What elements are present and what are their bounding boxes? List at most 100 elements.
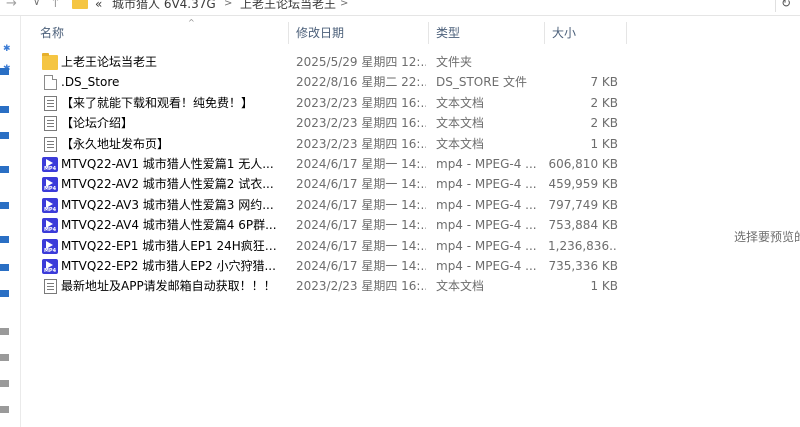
file-row[interactable]: 【来了就能下载和观看！纯免费！】 2023/2/23 星期四 16:... 文本… [32,93,632,113]
file-icon [44,75,57,91]
file-row[interactable]: MP4 MTVQ22-AV3 城市猎人性爱篇3 网约... 2024/6/17 … [32,195,632,215]
file-date: 2023/2/23 星期四 16:... [296,116,426,131]
mp4-badge-label: MP4 [43,165,57,172]
file-date: 2024/6/17 星期一 14:... [296,177,426,192]
breadcrumb-overflow[interactable]: « [95,0,102,13]
file-name: 【永久地址发布页】 [61,136,170,151]
file-name: 最新地址及APP请发邮箱自动获取！！！ [61,279,276,294]
column-header-row: ^ 名称 修改日期 类型 大小 [32,18,628,46]
breadcrumb-separator[interactable]: > [340,0,348,13]
nav-item-marker[interactable] [0,68,9,75]
folder-icon [42,53,58,70]
mp4-file-icon: MP4 [42,258,58,274]
file-type: mp4 - MPEG-4 ... [436,177,537,192]
mp4-badge-label: MP4 [43,227,57,234]
file-date: 2023/2/23 星期四 16:... [296,95,426,110]
file-name: MTVQ22-AV4 城市猎人性爱篇4 6P群... [61,218,277,233]
nav-item-marker[interactable] [0,264,9,271]
file-type: mp4 - MPEG-4 ... [436,218,537,233]
file-date: 2024/6/17 星期一 14:... [296,156,426,171]
file-size: 1,236,836... [548,238,618,253]
navigation-pane[interactable]: ✱ ✱ [0,16,21,427]
file-row[interactable]: 【论坛介绍】 2023/2/23 星期四 16:... 文本文档 2 KB [32,113,632,133]
file-type: 文本文档 [436,136,485,151]
file-date: 2024/6/17 星期一 14:... [296,197,426,212]
mp4-badge-label: MP4 [43,267,57,274]
file-row[interactable]: MP4 MTVQ22-AV2 城市猎人性爱篇2 试衣... 2024/6/17 … [32,174,632,194]
text-file-icon [44,95,57,111]
file-date: 2023/2/23 星期四 16:... [296,279,426,294]
folder-icon [72,0,88,9]
nav-item-marker[interactable] [0,106,9,113]
file-row[interactable]: 最新地址及APP请发邮箱自动获取！！！ 2023/2/23 星期四 16:...… [32,276,632,296]
file-type: 文本文档 [436,116,485,131]
mp4-badge-label: MP4 [43,247,57,254]
file-size: 735,336 KB [548,258,618,273]
pin-icon: ✱ [3,44,11,54]
file-date: 2022/8/16 星期二 22:... [296,75,426,90]
file-size: 797,749 KB [548,197,618,212]
address-bar: → ∨ ↑ « 城市猎人 6V4.37G > 上老王论坛当老王 > ↻ [0,0,800,16]
breadcrumb-item-current[interactable]: 上老王论坛当老王 [240,0,336,13]
file-date: 2024/6/17 星期一 14:... [296,258,426,273]
file-row[interactable]: MP4 MTVQ22-EP1 城市猎人EP1 24H疯狂约... 2024/6/… [32,236,632,256]
nav-item-marker[interactable] [0,166,9,173]
mp4-file-icon: MP4 [42,238,58,254]
file-row[interactable]: MP4 MTVQ22-AV1 城市猎人性爱篇1 无人... 2024/6/17 … [32,154,632,174]
file-name: MTVQ22-AV2 城市猎人性爱篇2 试衣... [61,177,274,192]
breadcrumb-item-parent[interactable]: 城市猎人 6V4.37G [112,0,216,13]
nav-item-marker[interactable] [0,328,9,335]
nav-item-marker[interactable] [0,354,9,361]
file-date: 2024/6/17 星期一 14:... [296,238,426,253]
file-size: 606,810 KB [548,156,618,171]
file-row[interactable]: MP4 MTVQ22-EP2 城市猎人EP2 小穴狩猎... 2024/6/17… [32,256,632,276]
mp4-file-icon: MP4 [42,218,58,234]
file-type: 文本文档 [436,95,485,110]
nav-item-marker[interactable] [0,406,9,413]
refresh-icon[interactable]: ↻ [775,0,796,12]
nav-item-marker[interactable] [0,380,9,387]
file-date: 2023/2/23 星期四 16:... [296,136,426,151]
file-name: MTVQ22-EP2 城市猎人EP2 小穴狩猎... [61,258,276,273]
file-type: 文本文档 [436,279,485,294]
mp4-badge-label: MP4 [43,206,57,213]
file-type: mp4 - MPEG-4 ... [436,197,537,212]
column-header-name[interactable]: 名称 [32,20,288,46]
file-name: 【论坛介绍】 [61,116,134,131]
file-type: mp4 - MPEG-4 ... [436,156,537,171]
file-name: MTVQ22-AV3 城市猎人性爱篇3 网约... [61,197,274,212]
file-row[interactable]: .DS_Store 2022/8/16 星期二 22:... DS_STORE … [32,72,632,92]
breadcrumb-separator[interactable]: > [224,0,232,13]
file-name: MTVQ22-EP1 城市猎人EP1 24H疯狂约... [61,238,280,253]
file-size: 753,884 KB [548,218,618,233]
forward-arrow-icon[interactable]: → [6,0,17,13]
file-name: MTVQ22-AV1 城市猎人性爱篇1 无人... [61,156,274,171]
file-list: 上老王论坛当老王 2025/5/29 星期四 12:... 文件夹 .DS_St… [32,52,632,297]
file-row[interactable]: MP4 MTVQ22-AV4 城市猎人性爱篇4 6P群... 2024/6/17… [32,215,632,235]
file-type: mp4 - MPEG-4 ... [436,258,537,273]
file-date: 2025/5/29 星期四 12:... [296,55,426,69]
up-arrow-icon[interactable]: ↑ [50,0,61,13]
file-row[interactable]: 上老王论坛当老王 2025/5/29 星期四 12:... 文件夹 [32,52,632,72]
file-name: .DS_Store [61,75,120,90]
text-file-icon [44,279,57,295]
file-row[interactable]: 【永久地址发布页】 2023/2/23 星期四 16:... 文本文档 1 KB [32,134,632,154]
chevron-down-icon[interactable]: ∨ [33,0,40,12]
mp4-file-icon: MP4 [42,156,58,172]
file-size: 459,959 KB [548,177,618,192]
file-type: 文件夹 [436,55,473,69]
preview-pane-message: 选择要预览的 [734,230,800,244]
column-header-size[interactable]: 大小 [544,20,626,46]
nav-item-marker[interactable] [0,132,9,139]
mp4-badge-label: MP4 [43,186,57,193]
column-header-date[interactable]: 修改日期 [288,20,428,46]
file-size: 1 KB [590,279,618,294]
file-size: 1 KB [590,136,618,151]
column-divider[interactable] [626,22,627,44]
file-date: 2024/6/17 星期一 14:... [296,218,426,233]
nav-item-marker[interactable] [0,290,9,297]
nav-item-marker[interactable] [0,202,9,209]
column-header-type[interactable]: 类型 [428,20,544,46]
file-size: 2 KB [590,95,618,110]
nav-item-marker[interactable] [0,236,9,243]
